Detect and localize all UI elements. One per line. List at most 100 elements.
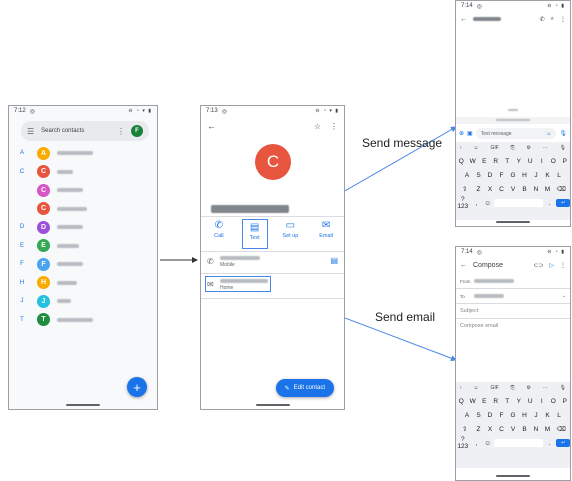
settings-icon[interactable]: ⚙ bbox=[526, 385, 530, 391]
star-icon[interactable]: ☆ bbox=[314, 122, 321, 131]
key[interactable]: U bbox=[526, 398, 536, 405]
contact-row[interactable]: DD bbox=[9, 218, 157, 237]
contact-row[interactable]: CC bbox=[9, 163, 157, 182]
key[interactable]: L bbox=[554, 172, 564, 179]
nav-handle[interactable] bbox=[66, 404, 100, 406]
more-icon[interactable]: ··· bbox=[543, 145, 548, 151]
mic-icon[interactable]: 🎙 bbox=[560, 145, 566, 151]
gallery-icon[interactable]: ▣ bbox=[467, 130, 473, 137]
key[interactable]: U bbox=[526, 158, 536, 165]
comma-key[interactable]: , bbox=[472, 440, 481, 447]
key[interactable]: Z bbox=[474, 186, 484, 193]
more-options-icon[interactable]: ⋮ bbox=[560, 262, 566, 269]
key[interactable]: O bbox=[549, 398, 559, 405]
key[interactable]: V bbox=[508, 426, 518, 433]
key[interactable]: D bbox=[485, 172, 495, 179]
contact-row[interactable]: JJ bbox=[9, 292, 157, 311]
message-input[interactable]: Text message ☺ bbox=[475, 128, 557, 139]
emoji-icon[interactable]: ☺ bbox=[546, 131, 551, 137]
key[interactable]: F bbox=[497, 172, 507, 179]
period-key[interactable]: . bbox=[545, 440, 554, 447]
attach-icon[interactable]: ⊂⊃ bbox=[533, 262, 543, 269]
more-options-icon[interactable]: ⋮ bbox=[117, 127, 125, 136]
back-arrow-icon[interactable]: ← bbox=[207, 121, 216, 131]
backspace-key[interactable]: ⌫ bbox=[554, 425, 568, 433]
emoji-key[interactable]: ☺ bbox=[483, 440, 492, 447]
key[interactable]: Y bbox=[514, 158, 524, 165]
contact-row[interactable]: FF bbox=[9, 255, 157, 274]
add-icon[interactable]: ⊕ bbox=[459, 130, 464, 137]
to-row[interactable]: To ⌄ bbox=[460, 290, 566, 302]
backspace-key[interactable]: ⌫ bbox=[554, 185, 568, 193]
gif-button[interactable]: GIF bbox=[490, 145, 498, 151]
symbols-key[interactable]: ?123 bbox=[456, 436, 470, 450]
enter-key[interactable]: ↵ bbox=[556, 199, 570, 207]
key[interactable]: D bbox=[485, 412, 495, 419]
add-contact-button[interactable]: + bbox=[127, 377, 147, 397]
key[interactable]: G bbox=[508, 412, 518, 419]
from-row[interactable]: From bbox=[460, 275, 566, 287]
chevron-down-icon[interactable]: ⌄ bbox=[562, 293, 566, 299]
text-button[interactable]: ▤ Text bbox=[241, 219, 268, 249]
key[interactable]: A bbox=[462, 172, 472, 179]
key[interactable]: L bbox=[554, 412, 564, 419]
key[interactable]: W bbox=[468, 158, 478, 165]
key[interactable]: J bbox=[531, 412, 541, 419]
key[interactable]: H bbox=[520, 172, 530, 179]
send-icon[interactable]: ▷ bbox=[549, 262, 554, 269]
enter-key[interactable]: ↵ bbox=[556, 439, 570, 447]
key[interactable]: T bbox=[503, 158, 513, 165]
clipboard-icon[interactable]: ⎘ bbox=[511, 385, 515, 391]
search-input[interactable]: Search contacts bbox=[41, 128, 84, 134]
space-key[interactable] bbox=[494, 439, 544, 447]
more-options-icon[interactable]: ⋮ bbox=[330, 122, 338, 131]
key[interactable]: B bbox=[520, 426, 530, 433]
contact-row[interactable]: C bbox=[9, 200, 157, 219]
key[interactable]: N bbox=[531, 426, 541, 433]
mic-icon[interactable]: 🎙 bbox=[560, 385, 566, 391]
symbols-key[interactable]: ?123 bbox=[456, 196, 470, 210]
key[interactable]: S bbox=[474, 412, 484, 419]
contact-row[interactable]: HH bbox=[9, 274, 157, 293]
message-icon[interactable]: ▤ bbox=[330, 256, 338, 265]
key[interactable]: G bbox=[508, 172, 518, 179]
key[interactable]: K bbox=[543, 412, 553, 419]
key[interactable]: X bbox=[485, 426, 495, 433]
contact-row[interactable]: TT bbox=[9, 311, 157, 330]
more-options-icon[interactable]: ⋮ bbox=[560, 16, 566, 23]
body-input[interactable]: Compose email bbox=[460, 320, 566, 332]
key[interactable]: F bbox=[497, 412, 507, 419]
key[interactable]: X bbox=[485, 186, 495, 193]
key[interactable]: Q bbox=[457, 398, 467, 405]
collapse-icon[interactable]: ‹ bbox=[460, 385, 462, 391]
key[interactable]: I bbox=[537, 158, 547, 165]
key[interactable]: T bbox=[503, 398, 513, 405]
back-arrow-icon[interactable]: ← bbox=[460, 262, 467, 269]
key[interactable]: C bbox=[497, 426, 507, 433]
edit-contact-button[interactable]: ✎ Edit contact bbox=[275, 379, 334, 397]
key[interactable]: E bbox=[480, 158, 490, 165]
nav-handle[interactable] bbox=[496, 221, 530, 223]
search-bar[interactable]: ☰ Search contacts ⋮ F bbox=[21, 121, 149, 141]
account-avatar[interactable]: F bbox=[131, 125, 143, 137]
gif-button[interactable]: GIF bbox=[490, 385, 498, 391]
key[interactable]: K bbox=[543, 172, 553, 179]
call-button[interactable]: ✆ Call bbox=[206, 219, 232, 249]
email-button[interactable]: ✉ Email bbox=[313, 219, 339, 249]
search-icon[interactable]: ⌕ bbox=[551, 16, 554, 23]
key[interactable]: N bbox=[531, 186, 541, 193]
space-key[interactable] bbox=[494, 199, 544, 207]
key[interactable]: Z bbox=[474, 426, 484, 433]
menu-icon[interactable]: ☰ bbox=[27, 127, 34, 136]
key[interactable]: Y bbox=[514, 398, 524, 405]
phone-icon[interactable]: ✆ bbox=[540, 16, 545, 23]
key[interactable]: M bbox=[543, 186, 553, 193]
shift-key[interactable]: ⇧ bbox=[458, 425, 472, 433]
mic-icon[interactable]: 🎙 bbox=[559, 130, 567, 137]
back-arrow-icon[interactable]: ← bbox=[460, 16, 467, 23]
more-icon[interactable]: ··· bbox=[543, 385, 548, 391]
key[interactable]: M bbox=[543, 426, 553, 433]
key[interactable]: W bbox=[468, 398, 478, 405]
key[interactable]: J bbox=[531, 172, 541, 179]
video-setup-button[interactable]: ▭ Set up bbox=[277, 219, 303, 249]
